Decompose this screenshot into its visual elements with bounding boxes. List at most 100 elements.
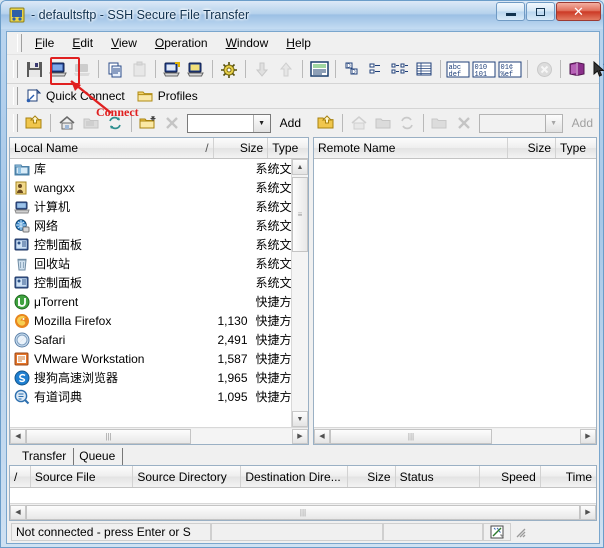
- local-file-row[interactable]: VMware Workstation1,587快捷方: [10, 349, 291, 368]
- local-col-name[interactable]: Local Name /: [10, 138, 214, 158]
- toolbar-grip[interactable]: [13, 60, 18, 78]
- menu-view[interactable]: View: [102, 34, 146, 52]
- local-home-folder-icon[interactable]: [56, 113, 78, 134]
- local-file-row[interactable]: 库系统文: [10, 159, 291, 178]
- minimize-button[interactable]: [496, 2, 525, 21]
- view-small-icons-icon[interactable]: [365, 59, 387, 80]
- scroll-thumb[interactable]: |||: [26, 429, 191, 444]
- close-button[interactable]: ✕: [556, 2, 601, 21]
- local-file-row[interactable]: 有道词典1,095快捷方: [10, 387, 291, 406]
- transfer-col-speed[interactable]: Speed: [480, 466, 541, 487]
- local-file-row[interactable]: Mozilla Firefox1,130快捷方: [10, 311, 291, 330]
- remote-col-name[interactable]: Remote Name: [314, 138, 508, 158]
- auto-transfer-icon[interactable]: 01¢ %ef: [498, 59, 522, 80]
- scroll-thumb[interactable]: ≡: [292, 177, 308, 252]
- transfer-col-source-file[interactable]: Source File: [31, 466, 134, 487]
- sort-indicator: /: [205, 141, 208, 155]
- remote-bookmark-folder-icon: [372, 113, 394, 134]
- transfer-col-status[interactable]: Status: [396, 466, 480, 487]
- scroll-track[interactable]: ≡: [292, 175, 308, 411]
- nav-grip[interactable]: [13, 114, 18, 132]
- transfer-horizontal-scrollbar[interactable]: ◀ ||| ▶: [10, 503, 596, 520]
- remote-col-size[interactable]: Size: [508, 138, 556, 158]
- scroll-down-button[interactable]: ▼: [292, 411, 308, 427]
- settings-icon[interactable]: [218, 59, 240, 80]
- scroll-left-button[interactable]: ◀: [10, 505, 26, 520]
- status-message: Not connected - press Enter or S: [11, 523, 211, 541]
- local-file-row[interactable]: 网络系统文: [10, 216, 291, 235]
- transfer-col-[interactable]: /: [10, 466, 31, 487]
- menu-operation[interactable]: Operation: [146, 34, 217, 52]
- menu-edit[interactable]: Edit: [63, 34, 102, 52]
- status-field-3: [383, 523, 483, 541]
- scroll-right-button[interactable]: ▶: [580, 505, 596, 520]
- transfer-col-source-directory[interactable]: Source Directory: [133, 466, 241, 487]
- remote-file-list[interactable]: [314, 159, 596, 427]
- binary-transfer-icon[interactable]: 010 101: [472, 59, 496, 80]
- local-col-type[interactable]: Type: [268, 138, 308, 158]
- help-book-icon[interactable]: [566, 59, 588, 80]
- show-transfer-view-icon[interactable]: [308, 59, 330, 80]
- quickbar-grip[interactable]: [13, 87, 18, 105]
- new-terminal-icon[interactable]: [161, 59, 183, 80]
- scroll-thumb[interactable]: |||: [26, 505, 580, 520]
- menu-grip[interactable]: [17, 34, 22, 52]
- local-new-folder-icon[interactable]: [137, 113, 159, 134]
- scroll-right-button[interactable]: ▶: [292, 429, 308, 444]
- transfer-col-time[interactable]: Time: [541, 466, 596, 487]
- local-path-dropdown-arrow[interactable]: ▼: [253, 115, 270, 132]
- local-vertical-scrollbar[interactable]: ▲ ≡ ▼: [291, 159, 308, 427]
- local-file-row[interactable]: wangxx系统文: [10, 178, 291, 197]
- local-add-button[interactable]: Add: [274, 116, 307, 130]
- transfer-col-destination-dire[interactable]: Destination Dire...: [241, 466, 347, 487]
- profiles-button[interactable]: Profiles: [133, 89, 206, 103]
- context-help-icon[interactable]: ?: [590, 59, 604, 80]
- new-file-transfer-icon[interactable]: [185, 59, 207, 80]
- local-col-size[interactable]: Size: [214, 138, 269, 158]
- local-file-row[interactable]: μTorrent快捷方: [10, 292, 291, 311]
- ascii-transfer-icon[interactable]: abc def: [446, 59, 470, 80]
- scroll-track[interactable]: |||: [330, 429, 580, 444]
- local-file-list[interactable]: 库系统文wangxx系统文计算机系统文网络系统文控制面板系统文回收站系统文控制面…: [10, 159, 291, 427]
- copy-icon[interactable]: [104, 59, 126, 80]
- local-file-row[interactable]: 控制面板系统文: [10, 273, 291, 292]
- menu-help[interactable]: Help: [277, 34, 320, 52]
- scroll-right-button[interactable]: ▶: [580, 429, 596, 444]
- connect-icon[interactable]: [47, 59, 69, 80]
- local-refresh-icon[interactable]: [104, 113, 126, 134]
- view-details-icon[interactable]: [413, 59, 435, 80]
- local-pane: Local Name / Size Type 库系统文wangxx系统文计算机系…: [9, 137, 309, 445]
- computer-icon: [14, 199, 30, 215]
- quick-connect-button[interactable]: Quick Connect: [22, 89, 133, 104]
- local-file-row[interactable]: 计算机系统文: [10, 197, 291, 216]
- transfer-col-size[interactable]: Size: [348, 466, 396, 487]
- save-icon[interactable]: [23, 59, 45, 80]
- local-file-row[interactable]: 搜狗高速浏览器1,965快捷方: [10, 368, 291, 387]
- svg-text:D: D: [352, 70, 356, 76]
- maximize-button[interactable]: [526, 2, 555, 21]
- scroll-track[interactable]: |||: [26, 429, 292, 444]
- view-list-icon[interactable]: [389, 59, 411, 80]
- scroll-thumb[interactable]: |||: [330, 429, 492, 444]
- transfer-rows[interactable]: [10, 488, 596, 503]
- window-resize-grip[interactable]: [513, 525, 527, 539]
- remote-horizontal-scrollbar[interactable]: ◀ ||| ▶: [314, 427, 596, 444]
- scroll-left-button[interactable]: ◀: [10, 429, 26, 444]
- scroll-track[interactable]: |||: [26, 505, 580, 520]
- tab-queue[interactable]: Queue: [74, 448, 123, 465]
- toolbar-separator: [98, 60, 99, 78]
- local-file-row[interactable]: Safari2,491快捷方: [10, 330, 291, 349]
- local-file-row[interactable]: 回收站系统文: [10, 254, 291, 273]
- local-horizontal-scrollbar[interactable]: ◀ ||| ▶: [10, 427, 308, 444]
- scroll-up-button[interactable]: ▲: [292, 159, 308, 175]
- local-up-one-level-icon[interactable]: [23, 113, 45, 134]
- remote-col-type[interactable]: Type: [556, 138, 596, 158]
- view-large-icons-icon[interactable]: D D: [341, 59, 363, 80]
- scroll-left-button[interactable]: ◀: [314, 429, 330, 444]
- local-path-combo[interactable]: ▼: [187, 114, 271, 133]
- menu-file[interactable]: File: [26, 34, 63, 52]
- menu-window[interactable]: Window: [217, 34, 278, 52]
- tab-transfer[interactable]: Transfer: [17, 448, 74, 465]
- local-file-row[interactable]: 控制面板系统文: [10, 235, 291, 254]
- remote-up-one-level-icon[interactable]: [315, 113, 337, 134]
